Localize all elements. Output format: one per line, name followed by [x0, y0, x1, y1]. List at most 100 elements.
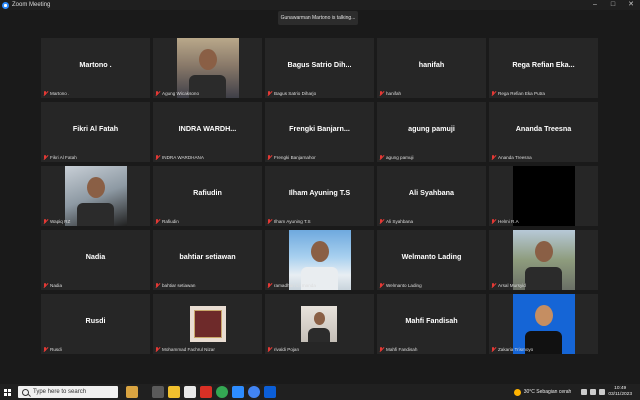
participant-tile[interactable]: ramadhan c.l manda: [265, 230, 374, 290]
participant-name: bahtiar setiawan: [179, 252, 236, 261]
participant-footer: rivaldi Pojan: [267, 346, 299, 353]
chrome-icon[interactable]: [216, 386, 228, 398]
calligraphy-image: [194, 310, 222, 338]
file-explorer-icon[interactable]: [168, 386, 180, 398]
zoom-logo-icon: [2, 1, 9, 9]
participant-footer: Ilham Ayuning T.S: [267, 218, 311, 225]
participant-label: bahtiar setiawan: [162, 283, 196, 288]
participant-footer: hanifah: [379, 90, 401, 97]
participant-video: [513, 294, 575, 354]
participant-footer: Nadia: [43, 282, 62, 289]
person-head: [535, 241, 553, 262]
clock-time: 10:49: [614, 386, 627, 391]
participant-name: Ilham Ayuning T.S: [288, 188, 351, 197]
participant-label: Welmanto Lading: [386, 283, 422, 288]
participant-video: [65, 166, 127, 226]
taskbar: Type here to search 30°C Sebagian cerah …: [0, 384, 640, 400]
participant-video: [301, 306, 337, 342]
muted-mic-icon: [491, 219, 496, 224]
participant-tile[interactable]: Rega Refian Eka... Rega Refian Eka Putra: [489, 38, 598, 98]
news-widget-icon[interactable]: [126, 386, 138, 398]
muted-mic-icon: [43, 155, 48, 160]
title-bar: Zoom Meeting – □ ✕: [0, 0, 640, 10]
person-head: [314, 312, 325, 325]
participant-tile[interactable]: Wapiq RZ: [41, 166, 150, 226]
chrome-profile-icon[interactable]: [248, 386, 260, 398]
participant-tile[interactable]: Bagus Satrio Dih... Bagus Satrio Diharjo: [265, 38, 374, 98]
app-icon-2[interactable]: [264, 386, 276, 398]
participant-tile[interactable]: bahtiar setiawan bahtiar setiawan: [153, 230, 262, 290]
muted-mic-icon: [379, 283, 384, 288]
participant-footer: Rafiudin: [155, 218, 179, 225]
participant-footer: Fikri Al Fatah: [43, 154, 77, 161]
muted-mic-icon: [267, 155, 272, 160]
participant-tile[interactable]: Helmi R.A: [489, 166, 598, 226]
participant-tile[interactable]: hanifah hanifah: [377, 38, 486, 98]
participant-label: Mahfi Fandisah: [386, 347, 418, 352]
store-icon[interactable]: [184, 386, 196, 398]
participant-video: [513, 230, 575, 290]
participant-tile[interactable]: Rafiudin Rafiudin: [153, 166, 262, 226]
minimize-button[interactable]: –: [586, 0, 604, 10]
participant-gallery: Martono . Martono . Agung Wicaksono Bagus S…: [41, 38, 599, 356]
participant-footer: Rusdi: [43, 346, 62, 353]
participant-footer: Agung Wicaksono: [155, 90, 199, 97]
participant-tile[interactable]: Nadia Nadia: [41, 230, 150, 290]
participant-tile[interactable]: Ilham Ayuning T.S Ilham Ayuning T.S: [265, 166, 374, 226]
participant-tile[interactable]: Mahfi Fandisah Mahfi Fandisah: [377, 294, 486, 354]
participant-tile[interactable]: Mohammad Fachrul Nizar: [153, 294, 262, 354]
muted-mic-icon: [43, 283, 48, 288]
windows-logo-icon: [3, 388, 11, 396]
participant-label: rivaldi Pojan: [274, 347, 300, 352]
participant-tile[interactable]: Frengki Banjarn... Frengki Banjarnahor: [265, 102, 374, 162]
participant-label: Mohammad Fachrul Nizar: [162, 347, 215, 352]
participant-label: Fikri Al Fatah: [50, 155, 77, 160]
participant-tile[interactable]: INDRA WARDH... INDRA WARDHANA: [153, 102, 262, 162]
window-title: Zoom Meeting: [12, 2, 51, 8]
participant-tile[interactable]: Ananda Treesna Ananda Treesna: [489, 102, 598, 162]
participant-label: Nadia: [50, 283, 63, 288]
participant-tile[interactable]: Fikri Al Fatah Fikri Al Fatah: [41, 102, 150, 162]
start-button[interactable]: [0, 384, 14, 400]
zoom-taskbar-icon[interactable]: [232, 386, 244, 398]
weather-status[interactable]: 30°C Sebagian cerah: [524, 389, 572, 395]
app-icon[interactable]: [200, 386, 212, 398]
participant-tile[interactable]: Agung Wicaksono: [153, 38, 262, 98]
person-body: [308, 328, 330, 342]
participant-label: Frengki Banjarnahor: [274, 155, 316, 160]
taskbar-search[interactable]: Type here to search: [18, 386, 118, 398]
participant-name: INDRA WARDH...: [178, 124, 237, 133]
participant-tile[interactable]: Ali Syahbana Ali Syahbana: [377, 166, 486, 226]
participant-footer: Rega Refian Eka Putra: [491, 90, 545, 97]
participant-footer: ramadhan c.l manda: [267, 282, 316, 289]
network-icon[interactable]: [590, 389, 597, 395]
participant-label: agung pamuji: [386, 155, 414, 160]
participant-tile[interactable]: Zakaria Trismoyo: [489, 294, 598, 354]
volume-icon[interactable]: [599, 389, 606, 395]
participant-tile[interactable]: Rusdi Rusdi: [41, 294, 150, 354]
participant-tile[interactable]: Martono . Martono .: [41, 38, 150, 98]
participant-tile[interactable]: agung pamuji agung pamuji: [377, 102, 486, 162]
close-button[interactable]: ✕: [622, 0, 640, 10]
participant-label: Helmi R.A: [498, 219, 519, 224]
task-view-icon[interactable]: [152, 386, 164, 398]
person-head: [535, 305, 553, 326]
muted-mic-icon: [379, 91, 384, 96]
participant-tile[interactable]: Welmanto Lading Welmanto Lading: [377, 230, 486, 290]
participant-footer: INDRA WARDHANA: [155, 154, 204, 161]
chevron-up-icon[interactable]: [581, 389, 588, 395]
participant-name: Rafiudin: [193, 188, 222, 197]
participant-tile[interactable]: Arsal Mursyid: [489, 230, 598, 290]
participant-video: [177, 38, 239, 98]
muted-mic-icon: [267, 283, 272, 288]
participant-tile[interactable]: rivaldi Pojan: [265, 294, 374, 354]
person-head: [199, 49, 217, 70]
muted-mic-icon: [491, 347, 496, 352]
maximize-button[interactable]: □: [604, 0, 622, 10]
clock[interactable]: 10:49 03/11/2023: [608, 386, 632, 398]
person-head: [87, 177, 105, 198]
muted-mic-icon: [379, 347, 384, 352]
participant-label: Martono .: [50, 91, 70, 96]
clock-date: 03/11/2023: [608, 392, 632, 397]
participant-name: Mahfi Fandisah: [405, 316, 458, 325]
